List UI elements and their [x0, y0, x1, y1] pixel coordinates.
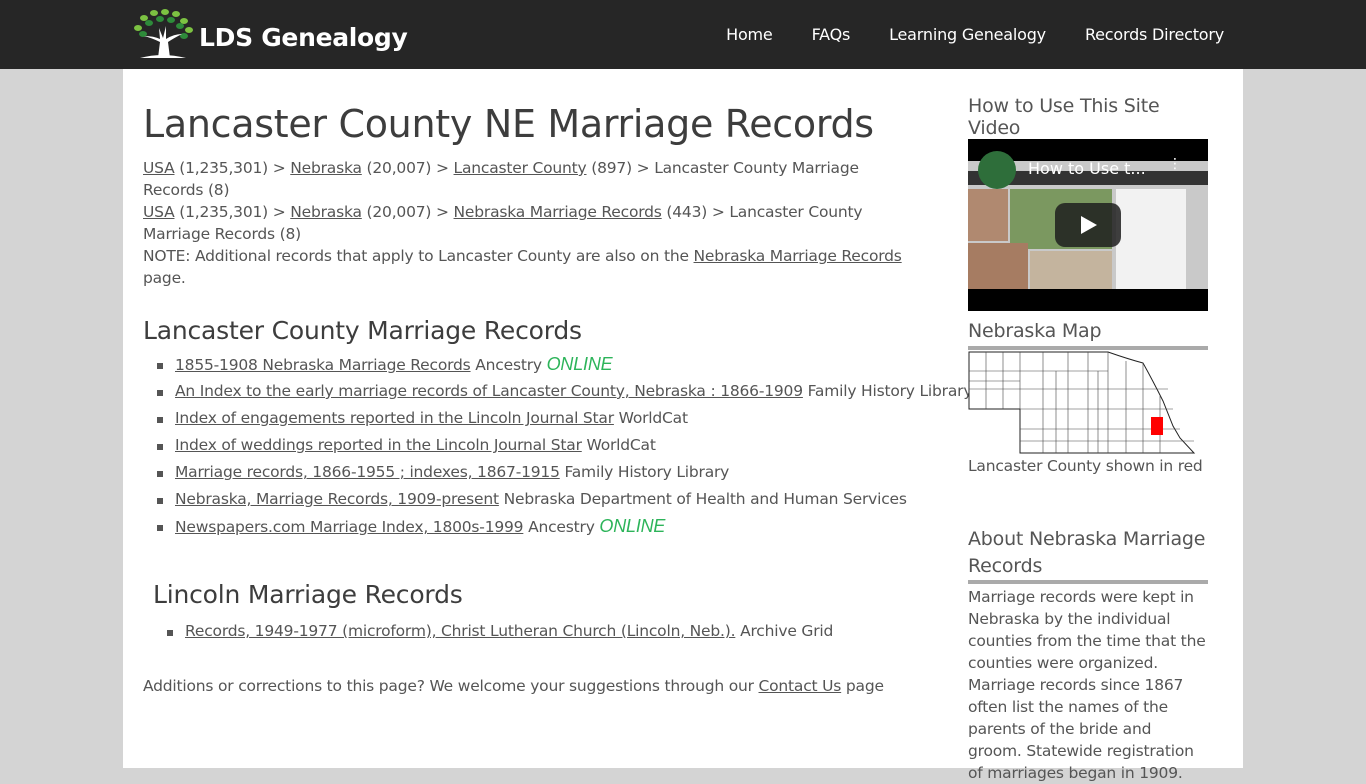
note-prefix: NOTE: Additional records that apply to L… — [143, 247, 689, 265]
record-source: WorldCat — [618, 409, 688, 427]
breadcrumb-link-usa[interactable]: USA — [143, 203, 175, 221]
online-badge: ONLINE — [599, 516, 666, 536]
breadcrumb-count: (1,235,301) — [179, 159, 268, 177]
breadcrumb-separator: > — [272, 203, 286, 221]
video-caption: How to Use t... — [1028, 159, 1146, 178]
breadcrumb-separator: > — [711, 203, 725, 221]
feedback-prefix: Additions or corrections to this page? W… — [143, 677, 754, 695]
breadcrumb-link-usa[interactable]: USA — [143, 159, 175, 177]
record-source: Ancestry — [528, 518, 595, 536]
county-records-list: 1855-1908 Nebraska Marriage Records Ance… — [155, 351, 972, 540]
tree-logo-icon — [134, 9, 193, 58]
record-link[interactable]: Index of weddings reported in the Lincol… — [175, 436, 582, 454]
main-nav: Home FAQs Learning Genealogy Records Dir… — [687, 0, 1224, 69]
section-heading-county: Lancaster County Marriage Records — [143, 316, 582, 345]
list-item: Newspapers.com Marriage Index, 1800s-199… — [155, 513, 972, 540]
breadcrumb-link-nebraska-marriage-records[interactable]: Nebraska Marriage Records — [454, 203, 662, 221]
nebraska-map — [968, 351, 1208, 456]
lincoln-records-list: Records, 1949-1977 (microform), Christ L… — [165, 618, 833, 645]
breadcrumb-count: (443) — [666, 203, 708, 221]
breadcrumb-count: (897) — [591, 159, 632, 177]
record-link[interactable]: Nebraska, Marriage Records, 1909-present — [175, 490, 499, 508]
nav-faqs[interactable]: FAQs — [812, 25, 851, 44]
record-link[interactable]: Newspapers.com Marriage Index, 1800s-199… — [175, 518, 524, 536]
online-badge: ONLINE — [546, 354, 613, 374]
record-source: Family History Library — [564, 463, 730, 481]
feedback-text: Additions or corrections to this page? W… — [143, 677, 884, 695]
list-item: 1855-1908 Nebraska Marriage Records Ance… — [155, 351, 972, 378]
list-item: Nebraska, Marriage Records, 1909-present… — [155, 486, 972, 513]
list-item: Marriage records, 1866-1955 ; indexes, 1… — [155, 459, 972, 486]
breadcrumb-separator: > — [436, 203, 449, 221]
video-player[interactable]: How to Use t... ⋮ — [968, 139, 1208, 311]
breadcrumb: USA (1,235,301) > Nebraska (20,007) > Ne… — [143, 201, 923, 245]
record-link[interactable]: An Index to the early marriage records o… — [175, 382, 803, 400]
feedback-suffix: page — [845, 677, 884, 695]
record-link[interactable]: Records, 1949-1977 (microform), Christ L… — [185, 622, 736, 640]
breadcrumb-link-nebraska[interactable]: Nebraska — [290, 203, 362, 221]
record-source: Archive Grid — [740, 622, 834, 640]
lancaster-county-highlight — [1151, 417, 1163, 435]
channel-avatar — [978, 151, 1016, 189]
section-heading-lincoln: Lincoln Marriage Records — [153, 580, 463, 609]
list-item: An Index to the early marriage records o… — [155, 378, 972, 405]
record-source: WorldCat — [586, 436, 656, 454]
breadcrumb-count: (1,235,301) — [179, 203, 268, 221]
breadcrumb-link-lancaster-county[interactable]: Lancaster County — [454, 159, 587, 177]
page-container: Lancaster County NE Marriage Records USA… — [123, 69, 1243, 782]
page-title: Lancaster County NE Marriage Records — [143, 102, 874, 146]
list-item: Index of engagements reported in the Lin… — [155, 405, 972, 432]
breadcrumb-link-nebraska[interactable]: Nebraska — [290, 159, 362, 177]
breadcrumb-separator: > — [272, 159, 286, 177]
breadcrumb-separator: > — [636, 159, 650, 177]
play-icon — [1081, 216, 1097, 234]
play-button[interactable] — [1055, 203, 1121, 247]
breadcrumb: USA (1,235,301) > Nebraska (20,007) > La… — [143, 157, 923, 201]
logo-text: LDS Genealogy — [199, 22, 408, 52]
about-section-title: About Nebraska Marriage Records — [968, 526, 1208, 584]
record-source: Family History Library — [807, 382, 973, 400]
breadcrumb-count: (20,007) — [366, 203, 432, 221]
record-link[interactable]: Index of engagements reported in the Lin… — [175, 409, 614, 427]
list-item: Index of weddings reported in the Lincol… — [155, 432, 972, 459]
record-source: Ancestry — [475, 356, 542, 374]
nebraska-map-image — [968, 351, 1196, 454]
note-suffix: page. — [143, 269, 186, 287]
breadcrumbs: USA (1,235,301) > Nebraska (20,007) > La… — [143, 157, 923, 245]
site-logo[interactable]: LDS Genealogy — [132, 8, 408, 60]
record-source: Nebraska Department of Health and Human … — [503, 490, 907, 508]
list-item: Records, 1949-1977 (microform), Christ L… — [165, 618, 833, 645]
nav-records-directory[interactable]: Records Directory — [1085, 25, 1224, 44]
breadcrumb-count: (20,007) — [366, 159, 432, 177]
map-section-title: Nebraska Map — [968, 320, 1208, 350]
note-text: NOTE: Additional records that apply to L… — [143, 245, 923, 289]
map-caption: Lancaster County shown in red — [968, 457, 1203, 475]
site-header: LDS Genealogy Home FAQs Learning Genealo… — [0, 0, 1366, 69]
breadcrumb-separator: > — [436, 159, 449, 177]
more-options-icon[interactable]: ⋮ — [1168, 157, 1182, 171]
note-link[interactable]: Nebraska Marriage Records — [694, 247, 902, 265]
record-link[interactable]: Marriage records, 1866-1955 ; indexes, 1… — [175, 463, 560, 481]
nav-learning-genealogy[interactable]: Learning Genealogy — [889, 25, 1046, 44]
nav-home[interactable]: Home — [726, 25, 773, 44]
about-text: Marriage records were kept in Nebraska b… — [968, 588, 1206, 782]
record-link[interactable]: 1855-1908 Nebraska Marriage Records — [175, 356, 471, 374]
contact-us-link[interactable]: Contact Us — [759, 677, 842, 695]
